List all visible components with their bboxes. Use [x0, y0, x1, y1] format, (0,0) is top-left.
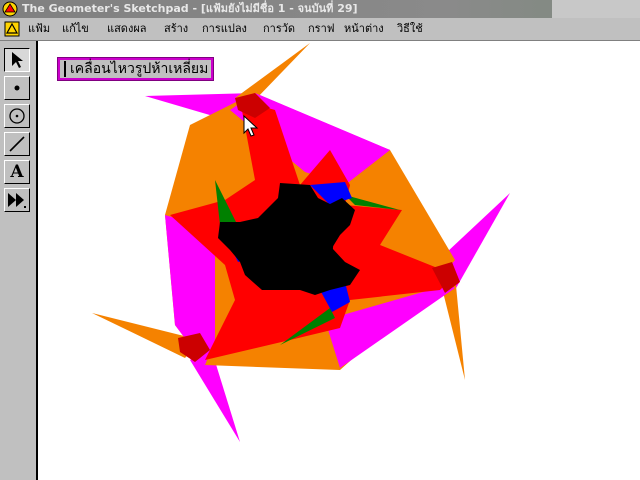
arrow-icon — [12, 52, 23, 68]
menu-bar: แฟ้ม แก้ไข แสดงผล สร้าง การแปลง การวัด ก… — [0, 18, 640, 41]
action-button-handle — [64, 61, 66, 77]
window-title: The Geometer's Sketchpad - [แฟ้มยังไม่มี… — [22, 2, 358, 15]
sketchpad-app-icon[interactable] — [2, 1, 18, 17]
title-bar-controls-area — [552, 0, 640, 18]
point-icon — [14, 85, 20, 91]
straightedge-tool[interactable] — [4, 132, 30, 156]
menu-transform[interactable]: การแปลง — [202, 21, 247, 37]
toolbox: A — [0, 41, 38, 480]
compass-tool[interactable] — [4, 104, 30, 128]
menu-graph[interactable]: กราฟ — [308, 21, 335, 37]
point-tool[interactable] — [4, 76, 30, 100]
selection-arrow-tool[interactable] — [4, 48, 30, 72]
sketch-canvas[interactable]: เคลื่อนไหวรูปห้าเหลี่ยม — [38, 41, 640, 480]
animate-pentagon-button[interactable]: เคลื่อนไหวรูปห้าเหลี่ยม — [56, 57, 215, 81]
menu-help[interactable]: วิธีใช้ — [397, 21, 423, 37]
text-icon: A — [10, 161, 24, 182]
action-button-label: เคลื่อนไหวรูปห้าเหลี่ยม — [70, 61, 209, 77]
pentagon-figure — [92, 43, 510, 442]
menu-edit[interactable]: แก้ไข — [62, 21, 89, 37]
menu-construct[interactable]: สร้าง — [164, 21, 188, 37]
title-bar: The Geometer's Sketchpad - [แฟ้มยังไม่มี… — [0, 0, 640, 18]
double-arrow-icon — [8, 193, 26, 208]
segment-icon — [9, 136, 25, 152]
document-icon[interactable] — [4, 21, 20, 37]
menu-file[interactable]: แฟ้ม — [28, 21, 50, 37]
menu-measure[interactable]: การวัด — [263, 21, 295, 37]
circle-icon — [9, 108, 25, 124]
custom-tool[interactable] — [4, 188, 30, 212]
menu-display[interactable]: แสดงผล — [107, 21, 147, 37]
text-tool[interactable]: A — [4, 160, 30, 184]
orange-ray-top — [235, 43, 310, 100]
menu-window[interactable]: หน้าต่าง — [344, 21, 384, 37]
